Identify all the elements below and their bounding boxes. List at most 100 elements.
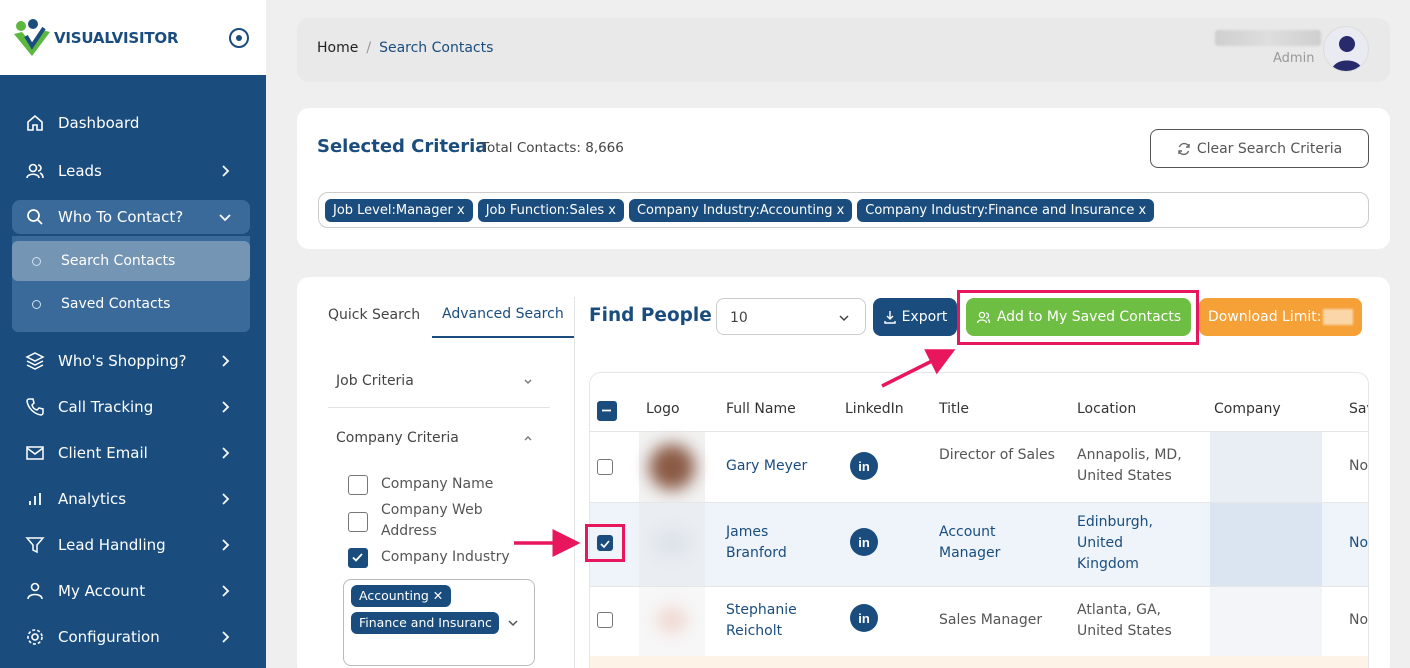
checkbox-label: Company Name [381, 476, 494, 492]
table-row[interactable]: James Branford in Account Manager Edinbu… [590, 502, 1368, 586]
criteria-chip[interactable]: Job Function:Sales x [477, 199, 624, 222]
breadcrumb-home[interactable]: Home [317, 40, 358, 56]
select-all-checkbox[interactable] [597, 401, 617, 421]
company-web-address-checkbox[interactable] [348, 512, 368, 532]
gear-icon [24, 626, 46, 648]
sidebar-item-configuration[interactable]: Configuration [12, 620, 250, 654]
circle-icon [32, 256, 41, 266]
sidebar-item-label: Dashboard [58, 114, 140, 132]
criteria-chip[interactable]: Company Industry:Finance and Insurance x [857, 199, 1155, 222]
sidebar-item-my-account[interactable]: My Account [12, 574, 250, 608]
sidebar-item-lead-handling[interactable]: Lead Handling [12, 528, 250, 562]
criteria-chip-box: Job Level:Manager x Job Function:Sales x… [318, 192, 1369, 228]
sidebar-item-label: Client Email [58, 444, 148, 462]
bar-chart-icon [24, 488, 46, 510]
sidebar-item-label: Who's Shopping? [58, 352, 187, 370]
company-criteria-toggle[interactable]: Company Criteria [336, 430, 459, 446]
download-limit-value-redacted [1323, 309, 1354, 325]
industry-multiselect[interactable]: Accounting ✕ Finance and Insuranc [343, 579, 535, 666]
per-page-select[interactable]: 10 [716, 298, 866, 335]
sidebar-item-leads[interactable]: Leads [12, 154, 250, 188]
chevron-down-icon[interactable] [506, 616, 520, 630]
tab-advanced-search[interactable]: Advanced Search [442, 306, 564, 322]
company-logo-redacted [639, 587, 705, 656]
minus-icon [602, 409, 611, 412]
table-row[interactable]: Gary Meyer in Director of Sales Annapoli… [590, 431, 1369, 502]
job-criteria-toggle[interactable]: Job Criteria [336, 373, 414, 389]
find-people-title: Find People [589, 305, 712, 326]
sidebar-toggle-icon[interactable] [229, 28, 249, 48]
checkbox-label: Company Industry [381, 549, 510, 565]
selected-criteria-title: Selected Criteria [317, 136, 488, 157]
user-name-redacted [1215, 30, 1321, 46]
per-page-value: 10 [730, 310, 748, 326]
clear-search-criteria-label: Clear Search Criteria [1196, 140, 1343, 157]
chevron-right-icon [222, 447, 230, 459]
company-name-checkbox[interactable] [348, 475, 368, 495]
contact-title: Sales Manager [939, 612, 1043, 628]
criteria-chip[interactable]: Job Level:Manager x [325, 199, 473, 222]
contact-name-link[interactable]: Gary Meyer [726, 456, 807, 477]
layers-icon [24, 350, 46, 372]
highlight-box [585, 524, 625, 562]
avatar[interactable] [1323, 26, 1369, 72]
download-icon [883, 311, 896, 324]
phone-icon [24, 396, 46, 418]
table-row-partial [590, 656, 1368, 668]
contact-name-link[interactable]: James Branford [726, 522, 816, 564]
contact-name-link[interactable]: Stephanie Reicholt [726, 600, 816, 642]
column-header[interactable]: Full Name [726, 401, 796, 417]
sidebar-subitem-saved-contacts[interactable]: Saved Contacts [12, 284, 250, 324]
company-logo-redacted [639, 432, 705, 502]
user-role: Admin [1273, 51, 1315, 66]
sidebar-item-label: Lead Handling [58, 536, 166, 554]
chevron-right-icon [222, 539, 230, 551]
export-button[interactable]: Export [873, 298, 957, 336]
sidebar-submenu: Search Contacts Saved Contacts [12, 236, 250, 332]
column-header[interactable]: Company [1214, 401, 1281, 417]
brand-name: VISUALVISITOR [54, 28, 179, 47]
home-icon [24, 112, 46, 134]
chevron-up-icon[interactable] [522, 432, 534, 444]
linkedin-icon[interactable]: in [850, 528, 878, 556]
column-header: LinkedIn [845, 401, 904, 417]
sidebar-item-call-tracking[interactable]: Call Tracking [12, 390, 250, 424]
linkedin-icon[interactable]: in [850, 604, 878, 632]
active-tab-indicator [432, 336, 575, 338]
tab-quick-search[interactable]: Quick Search [328, 307, 420, 323]
chevron-down-icon [839, 315, 849, 322]
sidebar-item-analytics[interactable]: Analytics [12, 482, 250, 516]
column-header[interactable]: Location [1077, 401, 1136, 417]
chevron-down-icon[interactable] [522, 375, 534, 387]
results-table: Logo Full Name LinkedIn Title Location C… [589, 372, 1369, 668]
row-checkbox[interactable] [597, 612, 613, 628]
company-industry-checkbox[interactable] [348, 548, 368, 568]
sidebar-item-label: Configuration [58, 628, 160, 646]
linkedin-icon[interactable]: in [850, 452, 878, 480]
divider [328, 407, 550, 408]
chevron-right-icon [222, 631, 230, 643]
saved-status: No [1349, 458, 1369, 474]
industry-chip[interactable]: Finance and Insuranc [351, 612, 499, 634]
chevron-right-icon [222, 165, 230, 177]
industry-chip[interactable]: Accounting ✕ [351, 585, 452, 607]
sidebar-subitem-search-contacts[interactable]: Search Contacts [12, 241, 250, 281]
chevron-right-icon [222, 585, 230, 597]
column-header[interactable]: Title [939, 401, 969, 417]
table-row[interactable]: Stephanie Reicholt in Sales Manager Atla… [590, 586, 1369, 656]
row-checkbox[interactable] [597, 459, 613, 475]
selected-criteria-card: Selected Criteria Total Contacts: 8,666 … [297, 108, 1390, 249]
criteria-chip[interactable]: Company Industry:Accounting x [628, 199, 853, 222]
sidebar-item-whos-shopping[interactable]: Who's Shopping? [12, 344, 250, 378]
download-limit-button[interactable]: Download Limit: [1199, 298, 1362, 336]
sidebar-item-label: Who To Contact? [58, 208, 184, 226]
chevron-right-icon [222, 355, 230, 367]
logo[interactable]: VISUALVISITOR [0, 0, 266, 75]
sidebar-item-client-email[interactable]: Client Email [12, 436, 250, 470]
sidebar-item-label: Leads [58, 162, 102, 180]
sidebar-item-who-to-contact[interactable]: Who To Contact? [12, 200, 250, 234]
clear-search-criteria-button[interactable]: Clear Search Criteria [1150, 129, 1369, 168]
saved-status: No [1349, 612, 1369, 628]
sidebar-item-dashboard[interactable]: Dashboard [12, 106, 250, 140]
column-header: Logo [646, 401, 680, 417]
